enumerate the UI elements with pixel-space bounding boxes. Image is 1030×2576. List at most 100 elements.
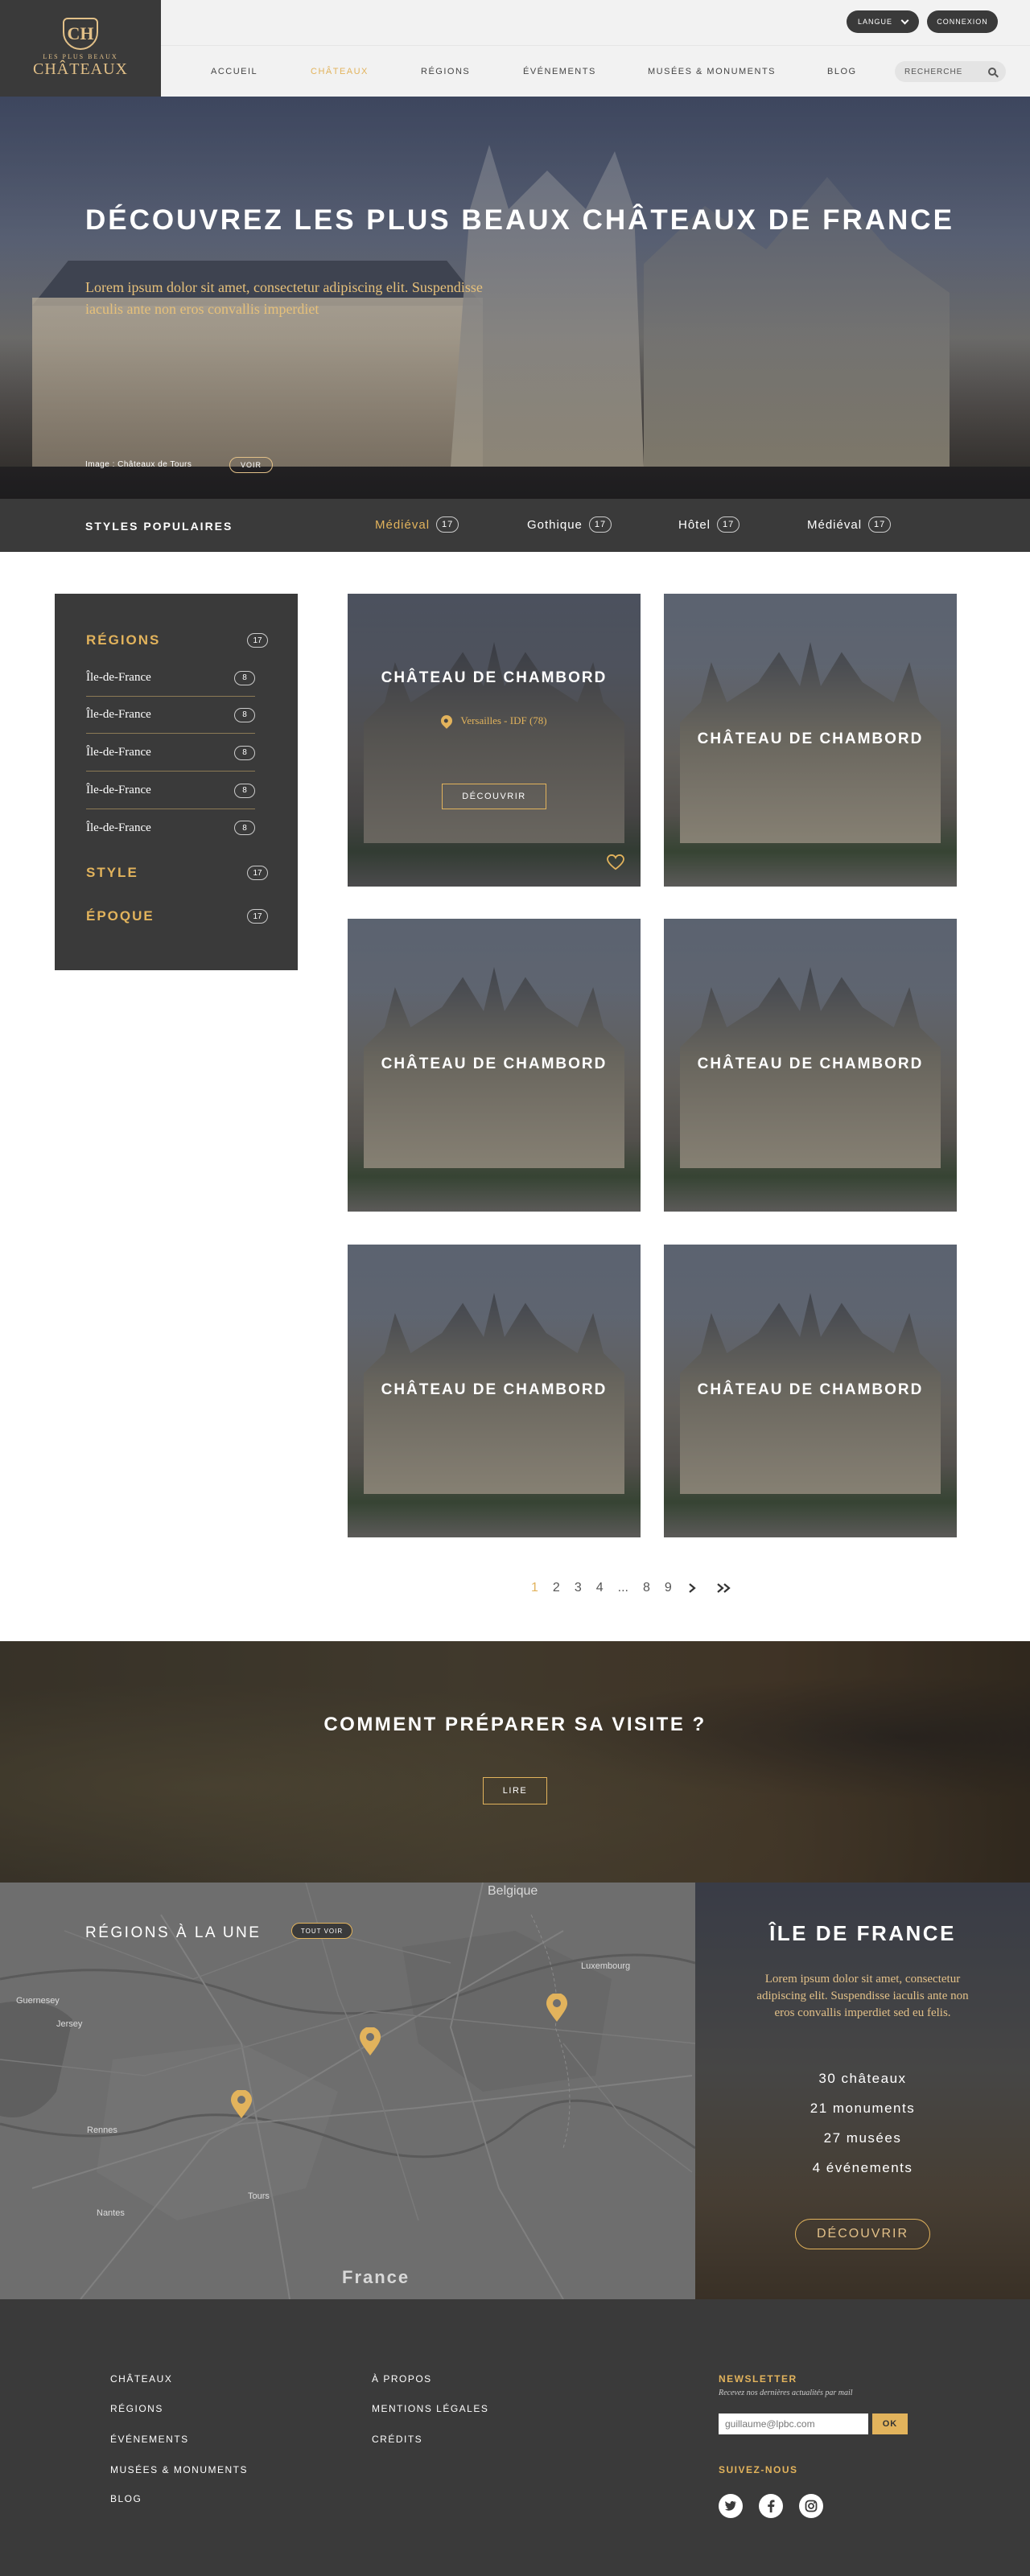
card-location-text: Versailles - IDF (78) (460, 714, 547, 726)
visit-banner: COMMENT PRÉPARER SA VISITE ? LIRE (0, 1641, 1030, 1883)
map-pin-icon[interactable] (230, 2090, 253, 2119)
map-label-jersey: Jersey (56, 2019, 83, 2029)
footer-link-a-propos[interactable]: À PROPOS (372, 2373, 432, 2385)
see-all-button[interactable]: TOUT VOIR (291, 1923, 352, 1939)
newsletter-email-input[interactable]: guillaume@lpbc.com (719, 2413, 868, 2434)
chateau-card[interactable]: CHÂTEAU DE CHAMBORD (348, 919, 641, 1212)
filter-region-item[interactable]: Île-de-France 8 (86, 697, 255, 734)
filter-region-label: Île-de-France (86, 708, 151, 721)
newsletter-submit-button[interactable]: OK (872, 2413, 908, 2434)
footer-link-mentions[interactable]: MENTIONS LÉGALES (372, 2403, 488, 2414)
style-link-medieval-2[interactable]: Médiéval 17 (807, 516, 892, 533)
visit-read-button[interactable]: LIRE (483, 1777, 547, 1804)
region-discover-button[interactable]: DÉCOUVRIR (795, 2219, 930, 2249)
language-label: LANGUE (857, 18, 892, 26)
chateau-card[interactable]: CHÂTEAU DE CHAMBORD (664, 919, 957, 1212)
page-link-8[interactable]: 8 (643, 1581, 650, 1595)
filter-regions-header[interactable]: RÉGIONS 17 (86, 632, 268, 648)
language-dropdown[interactable]: LANGUE (847, 10, 919, 33)
chateau-card-featured[interactable]: CHÂTEAU DE CHAMBORD Versailles - IDF (78… (348, 594, 641, 887)
login-button[interactable]: CONNEXION (927, 10, 998, 33)
card-title: CHÂTEAU DE CHAMBORD (697, 730, 924, 747)
style-link-hotel[interactable]: Hôtel 17 (678, 516, 740, 533)
twitter-icon[interactable] (719, 2494, 743, 2518)
region-stat-monuments: 21 monuments (810, 2101, 916, 2116)
top-bar: LANGUE CONNEXION (161, 0, 1030, 45)
page-link-1[interactable]: 1 (531, 1581, 538, 1595)
count-badge: 17 (247, 909, 268, 924)
count-badge: 17 (247, 866, 268, 880)
hero-voir-button[interactable]: VOIR (229, 457, 273, 473)
map-pin-icon[interactable] (359, 2027, 381, 2056)
footer-link-evenements[interactable]: ÉVÉNEMENTS (110, 2434, 189, 2445)
next-page-icon[interactable] (686, 1582, 698, 1594)
count-badge: 8 (234, 783, 255, 798)
map-label-nantes: Nantes (97, 2208, 125, 2218)
card-title: CHÂTEAU DE CHAMBORD (697, 1381, 924, 1398)
style-link-medieval[interactable]: Médiéval 17 (375, 516, 459, 533)
card-title: CHÂTEAU DE CHAMBORD (381, 1381, 608, 1398)
region-stat-chateaux: 30 châteaux (818, 2071, 907, 2086)
filter-epoque-header[interactable]: ÉPOQUE 17 (86, 908, 268, 924)
hero-text: Lorem ipsum dolor sit amet, consectetur … (85, 279, 483, 317)
card-overlay (348, 594, 641, 887)
filter-region-label: Île-de-France (86, 784, 151, 796)
nav-item-blog[interactable]: BLOG (827, 67, 857, 76)
count-badge: 17 (436, 516, 459, 533)
style-link-gothique[interactable]: Gothique 17 (527, 516, 612, 533)
count-badge: 8 (234, 707, 255, 722)
nav-item-evenements[interactable]: ÉVÉNEMENTS (523, 67, 596, 76)
card-title: CHÂTEAU DE CHAMBORD (697, 1056, 924, 1072)
page-link-9[interactable]: 9 (665, 1581, 672, 1595)
style-label: Hôtel (678, 517, 711, 532)
chateau-card[interactable]: CHÂTEAU DE CHAMBORD (664, 1245, 957, 1537)
filter-sidebar: RÉGIONS 17 Île-de-France 8 Île-de-France… (55, 594, 298, 970)
hero-image-water (0, 467, 1030, 499)
page-link-3[interactable]: 3 (575, 1581, 582, 1595)
filter-region-label: Île-de-France (86, 746, 151, 759)
hero-banner: DÉCOUVREZ LES PLUS BEAUX CHÂTEAUX DE FRA… (0, 97, 1030, 499)
filter-region-label: Île-de-France (86, 821, 151, 834)
region-stat-musees: 27 musées (823, 2130, 902, 2146)
featured-region-panel: ÎLE DE FRANCE Lorem ipsum dolor sit amet… (695, 1883, 1030, 2299)
search-input[interactable]: RECHERCHE (895, 61, 1006, 82)
filter-region-item[interactable]: Île-de-France 8 (86, 772, 255, 809)
footer-link-regions[interactable]: RÉGIONS (110, 2403, 163, 2414)
map-background (0, 1883, 695, 2299)
count-badge: 8 (234, 670, 255, 685)
filter-epoque-label: ÉPOQUE (86, 908, 154, 924)
regions-map[interactable]: RÉGIONS À LA UNE TOUT VOIR Belgique Luxe… (0, 1883, 695, 2299)
site-logo[interactable]: CH LES PLUS BEAUX CHÂTEAUX (0, 0, 161, 97)
logo-monogram: CH (67, 23, 94, 43)
nav-item-accueil[interactable]: ACCUEIL (211, 67, 258, 76)
location-pin-icon (439, 713, 455, 729)
footer-link-musees[interactable]: MUSÉES & MONUMENTS (110, 2464, 248, 2475)
filter-region-item[interactable]: Île-de-France 8 (86, 735, 255, 772)
footer-link-chateaux[interactable]: CHÂTEAUX (110, 2373, 172, 2385)
chateau-card[interactable]: CHÂTEAU DE CHAMBORD (348, 1245, 641, 1537)
filter-region-item[interactable]: Île-de-France 8 (86, 660, 255, 697)
page-link-2[interactable]: 2 (553, 1581, 560, 1595)
nav-item-regions[interactable]: RÉGIONS (421, 67, 470, 76)
count-badge: 17 (247, 633, 268, 648)
search-icon[interactable] (988, 68, 996, 76)
heart-icon[interactable] (607, 854, 624, 870)
filter-region-item[interactable]: Île-de-France 8 (86, 809, 255, 846)
footer-link-credits[interactable]: CRÉDITS (372, 2434, 422, 2445)
filter-style-header[interactable]: STYLE 17 (86, 865, 268, 881)
pagination: 1 2 3 4 ... 8 9 (531, 1578, 733, 1598)
featured-region-text: Lorem ipsum dolor sit amet, consectetur … (756, 1973, 969, 2019)
card-discover-button[interactable]: DÉCOUVRIR (442, 784, 546, 809)
page-link-4[interactable]: 4 (596, 1581, 604, 1595)
instagram-icon[interactable] (799, 2494, 823, 2518)
facebook-icon[interactable] (759, 2494, 783, 2518)
popular-styles-title: STYLES POPULAIRES (85, 520, 233, 533)
map-pin-icon[interactable] (546, 1994, 568, 2023)
footer-link-blog[interactable]: BLOG (110, 2493, 142, 2504)
map-label-rennes: Rennes (87, 2125, 117, 2135)
chateau-card[interactable]: CHÂTEAU DE CHAMBORD (664, 594, 957, 887)
nav-item-musees[interactable]: MUSÉES & MONUMENTS (648, 67, 776, 76)
last-page-icon[interactable] (715, 1582, 733, 1594)
count-badge: 17 (868, 516, 892, 533)
nav-item-chateaux[interactable]: CHÂTEAUX (311, 67, 369, 76)
